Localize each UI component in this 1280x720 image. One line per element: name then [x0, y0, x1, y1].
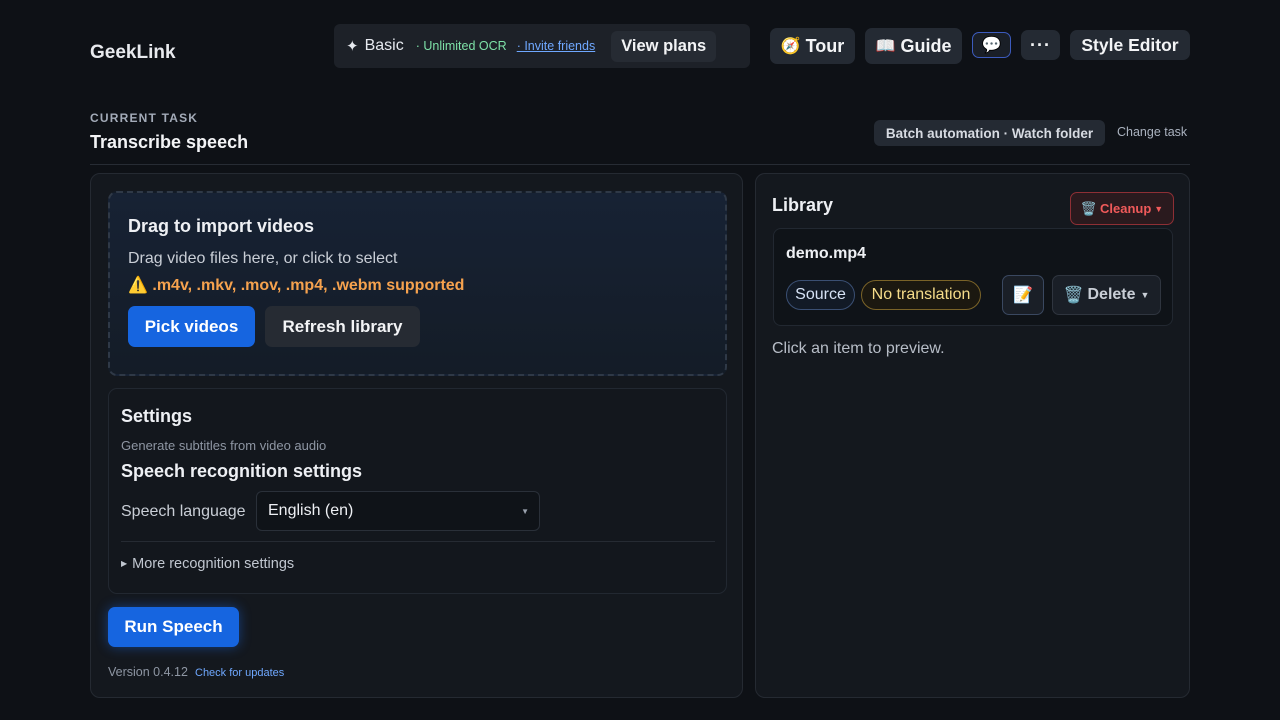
- brand-logo: GeekLink: [90, 42, 176, 63]
- source-badge[interactable]: Source: [786, 280, 855, 310]
- invite-friends-link[interactable]: · Invite friends: [517, 39, 596, 53]
- settings-section: Settings Generate subtitles from video a…: [108, 388, 727, 594]
- trash-icon: 🗑️: [1080, 200, 1097, 216]
- plan-feature-ocr: · Unlimited OCR: [415, 39, 507, 53]
- speech-language-select[interactable]: English (en) ▼: [256, 491, 540, 531]
- tour-label: Tour: [805, 35, 845, 56]
- header-divider: [90, 164, 1190, 165]
- style-editor-button[interactable]: Style Editor: [1070, 30, 1190, 60]
- speech-language-label: Speech language: [121, 503, 246, 520]
- caret-down-icon: ▼: [1140, 290, 1150, 300]
- library-item-name: demo.mp4: [786, 245, 867, 262]
- view-plans-button[interactable]: View plans: [611, 30, 717, 62]
- cleanup-label: Cleanup: [1099, 201, 1152, 216]
- more-settings-label: More recognition settings: [132, 556, 295, 572]
- book-icon: 📖: [875, 38, 896, 55]
- refresh-library-button[interactable]: Refresh library: [265, 306, 420, 347]
- chat-bubble-icon: 💬: [981, 37, 1002, 54]
- guide-label: Guide: [900, 35, 952, 56]
- plan-banner: ✦ Basic · Unlimited OCR · Invite friends…: [334, 24, 750, 68]
- library-panel: Library 🗑️ Cleanup ▼ demo.mp4 Source No …: [755, 173, 1190, 698]
- disclosure-triangle-icon: ▶: [121, 559, 128, 568]
- dropzone-title: Drag to import videos: [128, 216, 315, 236]
- memo-icon: 📝: [1013, 287, 1033, 304]
- tour-button[interactable]: 🧭 Tour: [770, 28, 855, 64]
- library-item[interactable]: demo.mp4 Source No translation 📝 🗑️ Dele…: [773, 228, 1173, 326]
- run-speech-button[interactable]: Run Speech: [108, 607, 239, 647]
- settings-description: Generate subtitles from video audio: [121, 438, 327, 453]
- more-menu-button[interactable]: ···: [1021, 30, 1060, 60]
- more-recognition-settings-toggle[interactable]: ▶ More recognition settings: [121, 556, 294, 572]
- change-task-link[interactable]: Change task: [1117, 125, 1187, 139]
- trash-icon: 🗑️: [1063, 287, 1084, 304]
- delete-label: Delete: [1087, 286, 1136, 303]
- guide-button[interactable]: 📖 Guide: [865, 28, 962, 64]
- plan-name: Basic: [364, 37, 404, 54]
- check-updates-link[interactable]: Check for updates: [195, 667, 284, 679]
- preview-hint: Click an item to preview.: [772, 340, 945, 357]
- version-text: Version 0.4.12: [108, 665, 188, 679]
- translation-status-badge[interactable]: No translation: [861, 280, 981, 310]
- library-title: Library: [772, 195, 834, 215]
- current-task-title: Transcribe speech: [90, 132, 249, 152]
- sparkle-icon: ✦: [346, 38, 359, 55]
- current-task-label: CURRENT TASK: [90, 111, 199, 125]
- caret-down-icon: ▼: [1154, 203, 1164, 214]
- pick-videos-button[interactable]: Pick videos: [128, 306, 255, 347]
- chevron-down-icon: ▼: [521, 507, 529, 516]
- video-dropzone[interactable]: Drag to import videos Drag video files h…: [108, 191, 727, 376]
- settings-divider: [121, 541, 715, 542]
- cleanup-button[interactable]: 🗑️ Cleanup ▼: [1070, 192, 1174, 225]
- speech-settings-heading: Speech recognition settings: [121, 461, 363, 481]
- feedback-button[interactable]: 💬: [972, 32, 1011, 58]
- dropzone-subtitle: Drag video files here, or click to selec…: [128, 250, 398, 267]
- ellipsis-icon: ···: [1030, 34, 1051, 55]
- speech-language-value: English (en): [268, 502, 354, 519]
- supported-formats-warning: ⚠️ .m4v, .mkv, .mov, .mp4, .webm support…: [128, 277, 465, 294]
- compass-icon: 🧭: [780, 38, 801, 55]
- edit-item-button[interactable]: 📝: [1002, 275, 1044, 315]
- batch-automation-button[interactable]: Batch automation · Watch folder: [874, 120, 1105, 146]
- settings-title: Settings: [121, 406, 193, 426]
- workspace-panel: Drag to import videos Drag video files h…: [90, 173, 743, 698]
- delete-item-button[interactable]: 🗑️ Delete ▼: [1052, 275, 1161, 315]
